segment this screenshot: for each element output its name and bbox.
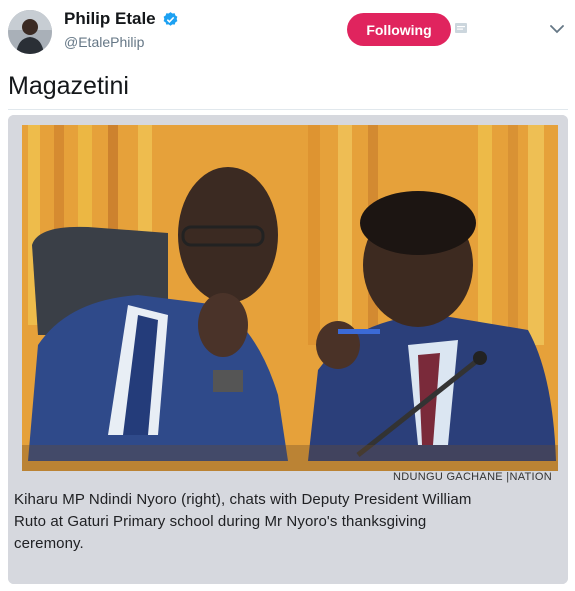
sms-icon[interactable] — [454, 22, 468, 36]
photo-credit: NDUNGU GACHANE |NATION — [393, 471, 552, 483]
verified-badge-icon — [163, 11, 178, 26]
photo-caption-line-2: Ruto at Gaturi Primary school during Mr … — [14, 513, 427, 530]
divider — [8, 109, 568, 110]
photo-caption-line-3: ceremony. — [14, 535, 84, 552]
tweet-photo[interactable]: NDUNGU GACHANE |NATION Kiharu MP Ndindi … — [8, 115, 568, 584]
user-handle[interactable]: @EtalePhilip — [64, 34, 144, 50]
tweet-header: Philip Etale @EtalePhilip Following — [0, 0, 575, 62]
photo-caption-line-1: Kiharu MP Ndindi Nyoro (right), chats wi… — [14, 491, 472, 508]
avatar-image — [8, 10, 52, 54]
tweet-text: Magazetini — [8, 72, 129, 100]
display-name[interactable]: Philip Etale — [64, 9, 156, 29]
avatar[interactable] — [8, 10, 52, 54]
following-button[interactable]: Following — [347, 13, 451, 46]
display-name-row[interactable]: Philip Etale — [64, 9, 179, 29]
chevron-down-icon[interactable] — [550, 24, 564, 34]
